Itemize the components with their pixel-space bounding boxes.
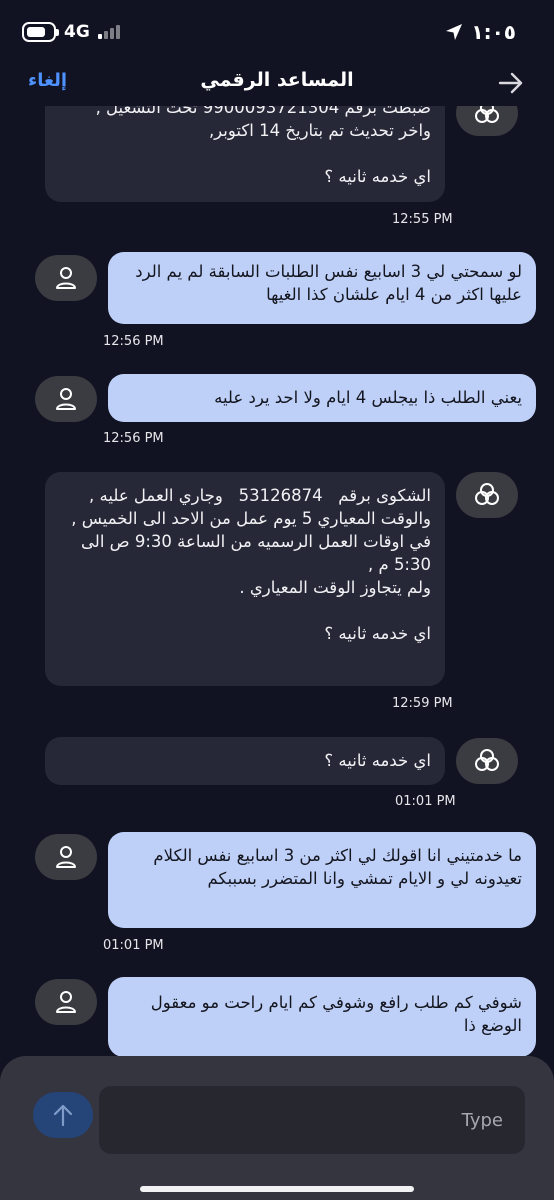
bot-message: ضبطت برقم 9900093721304 تحت التشغيل , وا… bbox=[45, 106, 445, 202]
chat-area[interactable]: ضبطت برقم 9900093721304 تحت التشغيل , وا… bbox=[0, 106, 554, 1056]
input-bar bbox=[0, 1056, 554, 1200]
bot-logo-icon bbox=[475, 483, 499, 505]
user-message: ما خدمتيني انا اقولك لي اكثر من 3 اسابيع… bbox=[108, 832, 536, 928]
user-avatar bbox=[35, 979, 97, 1025]
user-icon bbox=[56, 388, 76, 410]
signal-icon bbox=[97, 25, 120, 39]
message-time: 12:59 PM bbox=[392, 696, 453, 711]
page-title: المساعد الرقمي bbox=[200, 69, 354, 91]
send-button[interactable] bbox=[33, 1092, 93, 1138]
user-message: لو سمحتي لي 3 اسابيع نفس الطلبات السابقة… bbox=[108, 252, 536, 324]
status-right: ١:٠٥ bbox=[445, 20, 516, 44]
user-icon bbox=[56, 846, 76, 868]
header: إلغاء المساعد الرقمي bbox=[0, 60, 554, 106]
clock: ١:٠٥ bbox=[471, 20, 516, 44]
user-message: يعني الطلب ذا بيجلس 4 ايام ولا احد يرد ع… bbox=[108, 374, 536, 422]
back-arrow-icon[interactable] bbox=[498, 70, 524, 96]
battery-icon bbox=[22, 22, 59, 42]
message-time: 12:55 PM bbox=[392, 212, 453, 227]
arrow-up-icon bbox=[53, 1104, 73, 1127]
user-avatar bbox=[35, 255, 97, 301]
message-input[interactable] bbox=[99, 1086, 525, 1154]
message-time: 12:56 PM bbox=[103, 431, 164, 446]
message-time: 12:56 PM bbox=[103, 334, 164, 349]
bot-logo-icon bbox=[475, 106, 499, 123]
bot-avatar bbox=[456, 738, 518, 784]
message-time: 01:01 PM bbox=[103, 938, 164, 953]
bot-avatar bbox=[456, 472, 518, 518]
bot-logo-icon bbox=[475, 749, 499, 771]
user-avatar bbox=[35, 834, 97, 880]
home-indicator bbox=[140, 1186, 414, 1192]
message-time: 01:01 PM bbox=[395, 794, 456, 809]
bot-message: اي خدمه ثانيه ؟ bbox=[45, 737, 445, 785]
user-icon bbox=[56, 267, 76, 289]
user-message: شوفي كم طلب رافع وشوفي كم ايام راحت مو م… bbox=[108, 977, 536, 1056]
status-bar: 4G ١:٠٥ bbox=[0, 0, 554, 60]
user-avatar bbox=[35, 376, 97, 422]
bot-avatar bbox=[456, 106, 518, 136]
user-icon bbox=[56, 991, 76, 1013]
bot-message: الشكوى برقم 53126874 وجاري العمل عليه , … bbox=[45, 472, 445, 686]
network-type: 4G bbox=[64, 22, 90, 42]
status-left: 4G bbox=[22, 22, 120, 42]
location-arrow-icon bbox=[446, 24, 463, 40]
